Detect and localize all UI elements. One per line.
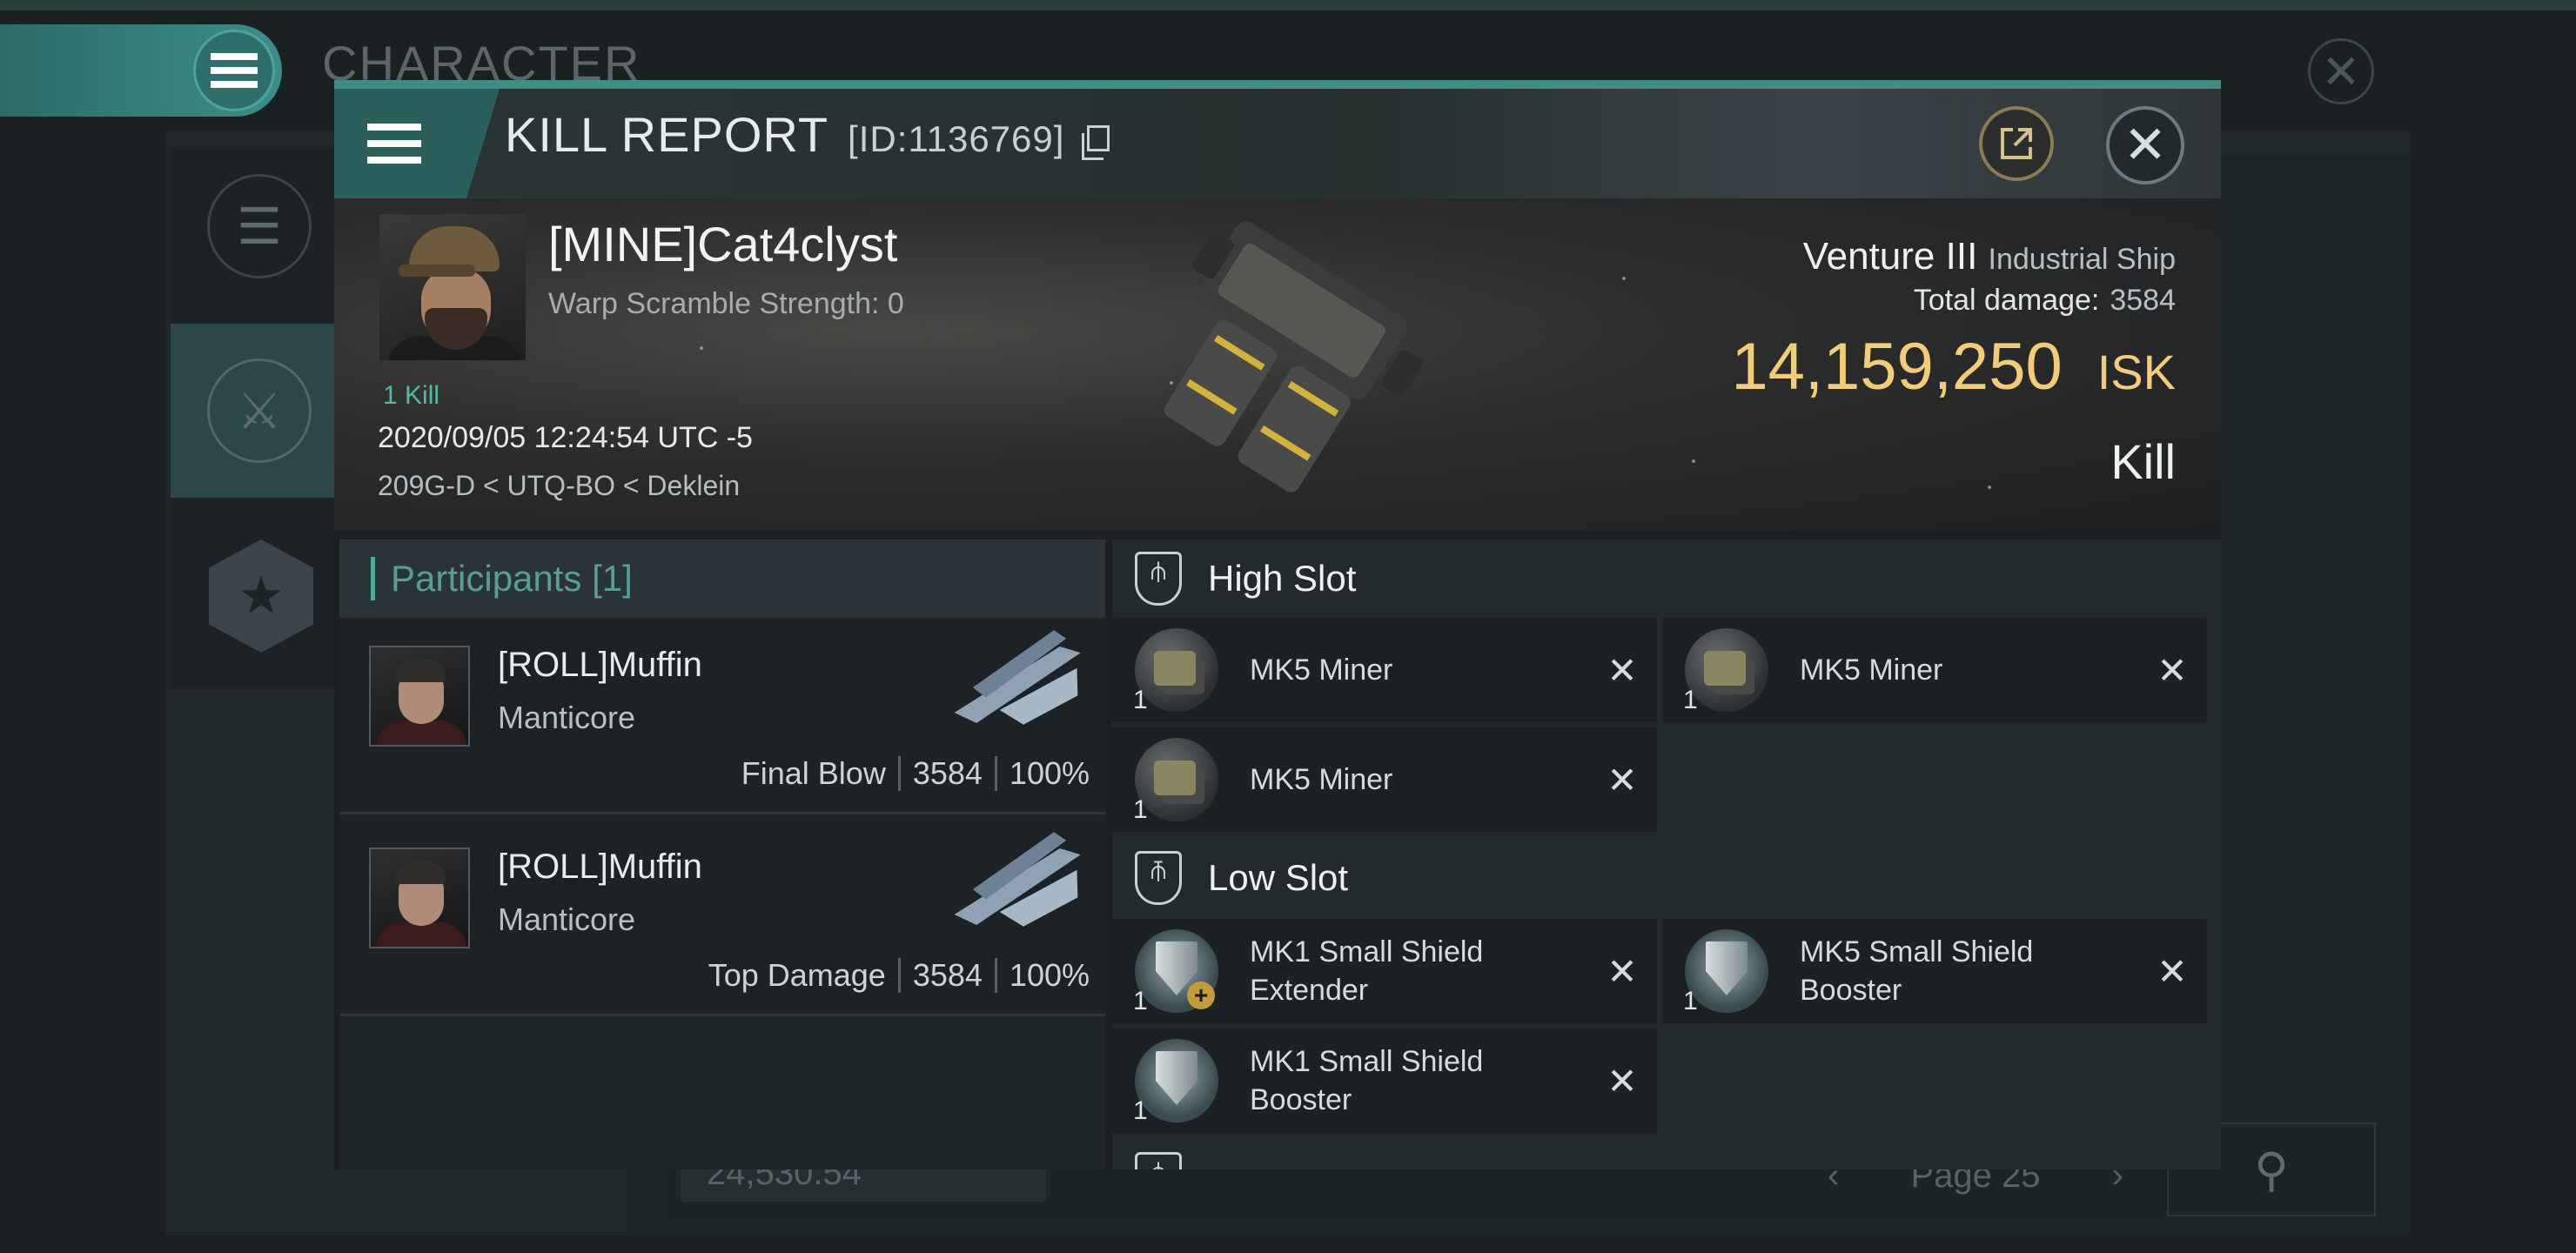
mid-slot-icon: ⫛: [1135, 1152, 1182, 1169]
participant-role: Final Blow: [741, 755, 886, 791]
main-menu-button[interactable]: [193, 30, 275, 111]
low-slot-icon: ⫚: [1135, 851, 1182, 905]
module-item[interactable]: 1 MK5 Miner ✕: [1662, 618, 2207, 722]
destroyed-x-icon: ✕: [1607, 759, 1638, 801]
high-slot-icon: ⫛: [1135, 552, 1182, 606]
high-slot-label: High Slot: [1208, 558, 1357, 599]
low-slot-header: ⫚ Low Slot: [1112, 839, 2221, 917]
module-name: MK5 Miner: [1800, 653, 1943, 687]
kill-value: 14,159,250 ISK: [1731, 329, 2176, 405]
module-name: MK5 Miner: [1250, 763, 1393, 796]
menu-icon: [211, 53, 258, 88]
share-button[interactable]: [1979, 106, 2054, 181]
kill-datetime: 2020/09/05 12:24:54 UTC -5: [378, 421, 753, 454]
participant-ship-image: [954, 630, 1081, 725]
participant-portrait[interactable]: [369, 848, 470, 948]
participant-name: [ROLL]Muffin: [498, 848, 702, 886]
isk-amount: 14,159,250: [1731, 330, 2063, 404]
star-icon: ★: [238, 566, 285, 625]
kill-count: 1 Kill: [383, 381, 440, 410]
ship-class: Industrial Ship: [1988, 243, 2176, 276]
victim-ship-image[interactable]: [1100, 209, 1466, 522]
module-name: MK5 Small Shield Booster: [1800, 935, 2034, 1007]
nav-list-button[interactable]: ☰: [207, 174, 312, 278]
module-quantity: 1: [1133, 686, 1148, 714]
module-quantity: 1: [1133, 987, 1148, 1015]
filter-icon: ⚲: [2254, 1143, 2289, 1196]
participant-name: [ROLL]Muffin: [498, 646, 702, 684]
victim-ship-name[interactable]: Venture III Industrial Ship: [1803, 235, 2176, 278]
dialog-menu-button[interactable]: [334, 89, 500, 198]
destroyed-x-icon: ✕: [1607, 950, 1638, 992]
destroyed-x-icon: ✕: [2157, 950, 2188, 992]
copy-icon[interactable]: [1082, 125, 1110, 160]
dialog-title: KILL REPORT [ID:1136769]: [505, 106, 1110, 163]
module-item[interactable]: 1 MK5 Small Shield Booster ✕: [1662, 919, 2207, 1023]
participant-ship-image: [954, 832, 1081, 927]
menu-icon: [367, 124, 421, 164]
module-item[interactable]: 1 MK5 Miner ✕: [1112, 618, 1657, 722]
participant-ship: Manticore: [498, 700, 636, 735]
participants-panel: Participants [1] [ROLL]Muffin Manticore …: [339, 539, 1105, 1169]
victim-summary: [MINE]Cat4clyst Warp Scramble Strength: …: [334, 198, 2221, 531]
participant-damage: 3584: [912, 755, 983, 791]
participant-percent: 100%: [1009, 957, 1090, 993]
fitting-panel: ⫛ High Slot 1 MK5 Miner ✕ 1 MK5 Miner ✕ …: [1112, 539, 2221, 1169]
victim-name[interactable]: [MINE]Cat4clyst: [548, 216, 897, 272]
nav-combat-button[interactable]: ⚔: [207, 358, 312, 463]
report-id: [ID:1136769]: [848, 118, 1065, 159]
total-damage-value: 3584: [2110, 284, 2176, 317]
crossed-swords-icon: ⚔: [237, 383, 282, 439]
total-damage: Total damage: 3584: [1914, 284, 2176, 318]
module-quantity: 1: [1683, 686, 1698, 714]
module-quantity: 1: [1133, 795, 1148, 824]
outcome-label: Kill: [2110, 434, 2176, 489]
participant-card[interactable]: [ROLL]Muffin Manticore Top Damage 3584 1…: [339, 821, 1105, 1016]
dialog-title-text: KILL REPORT: [505, 107, 829, 162]
close-icon: ✕: [2321, 45, 2361, 98]
top-strip: [0, 0, 2576, 10]
mid-slot-header: ⫛: [1112, 1140, 2221, 1169]
destroyed-x-icon: ✕: [1607, 649, 1638, 691]
victim-portrait[interactable]: [379, 214, 526, 360]
isk-unit: ISK: [2096, 345, 2176, 399]
module-item[interactable]: 1 MK5 Miner ✕: [1112, 727, 1657, 832]
participant-stats: Final Blow 3584 100%: [741, 755, 1090, 792]
kill-report-dialog: KILL REPORT [ID:1136769] ✕ [MINE]Cat4cly…: [334, 80, 2221, 1169]
module-name: MK1 Small Shield Extender: [1250, 935, 1484, 1007]
dialog-close-button[interactable]: ✕: [2106, 106, 2184, 184]
participant-percent: 100%: [1009, 755, 1090, 791]
participant-card[interactable]: [ROLL]Muffin Manticore Final Blow 3584 1…: [339, 620, 1105, 814]
share-icon: [2001, 128, 2032, 159]
total-damage-label: Total damage:: [1913, 284, 2100, 317]
participant-damage: 3584: [912, 957, 983, 993]
high-slot-header: ⫛ High Slot: [1112, 539, 2221, 618]
destroyed-x-icon: ✕: [1607, 1060, 1638, 1102]
kill-location[interactable]: 209G-D < UTQ-BO < Deklein: [378, 470, 740, 502]
participant-stats: Top Damage 3584 100%: [708, 957, 1090, 994]
module-name: MK5 Miner: [1250, 653, 1393, 687]
participant-portrait[interactable]: [369, 646, 470, 747]
participants-header-text: Participants [1]: [391, 558, 633, 599]
module-name: MK1 Small Shield Booster: [1250, 1045, 1484, 1116]
character-close-button[interactable]: ✕: [2308, 38, 2374, 104]
list-icon: ☰: [237, 198, 282, 255]
warp-scramble-strength: Warp Scramble Strength: 0: [548, 287, 904, 320]
low-slot-label: Low Slot: [1208, 857, 1349, 898]
module-quantity: 1: [1133, 1096, 1148, 1125]
dialog-header: KILL REPORT [ID:1136769] ✕: [334, 89, 2221, 198]
module-quantity: 1: [1683, 987, 1698, 1015]
module-item[interactable]: + 1 MK1 Small Shield Extender ✕: [1112, 919, 1657, 1023]
destroyed-x-icon: ✕: [2157, 649, 2188, 691]
module-item[interactable]: 1 MK1 Small Shield Booster ✕: [1112, 1029, 1657, 1133]
ship-name: Venture III: [1802, 235, 1978, 278]
participant-ship: Manticore: [498, 901, 636, 937]
close-icon: ✕: [2123, 116, 2168, 174]
participants-header: Participants [1]: [339, 539, 1105, 618]
participant-role: Top Damage: [708, 957, 886, 993]
